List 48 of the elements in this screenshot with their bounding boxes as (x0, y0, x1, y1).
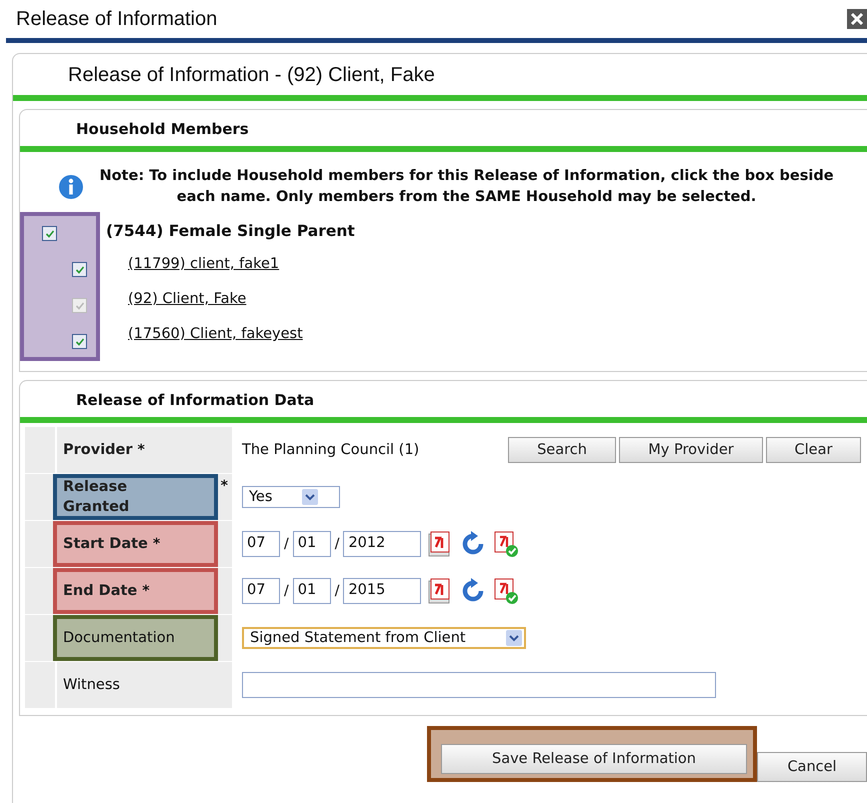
provider-name: The Planning Council (1) (242, 442, 420, 458)
provider-button[interactable]: My Provider (619, 437, 763, 463)
calendar-check-icon[interactable] (493, 530, 520, 558)
required-mark: * (220, 478, 228, 494)
field-label: Release Granted (63, 478, 130, 517)
page-heading: Release of Information - (92) Client, Fake (68, 64, 435, 86)
checkmark-icon (44, 228, 54, 238)
witness-field[interactable] (242, 672, 716, 698)
year-field[interactable]: 2015 (343, 578, 422, 604)
month-field[interactable]: 07 (242, 578, 280, 604)
section-heading: Household Members (76, 120, 249, 138)
member-link[interactable]: (17560) Client, fakeyest (128, 326, 303, 361)
date-separator: / (284, 583, 289, 599)
checkmark-icon (74, 336, 84, 346)
close-icon[interactable] (847, 9, 867, 29)
required-mark: * (142, 583, 150, 599)
section-heading: Release of Information Data (76, 391, 314, 409)
date-separator: / (334, 536, 340, 552)
checkbox[interactable] (72, 262, 87, 277)
field-label: Start Date (63, 535, 148, 554)
cancel-button[interactable]: Cancel (757, 752, 867, 782)
household-name: (7544) Female Single Parent (106, 222, 355, 242)
required-mark: * (138, 442, 145, 458)
dialog-title: Release of Information (16, 8, 218, 30)
calendar-check-icon[interactable] (493, 577, 520, 605)
info-icon (58, 174, 84, 200)
date-separator: / (334, 583, 340, 599)
dropdown[interactable]: Signed Statement from Client (242, 627, 526, 649)
dropdown[interactable]: Yes (242, 486, 340, 508)
member-link[interactable]: (11799) client, fake1 (128, 256, 280, 291)
required-mark: * (152, 536, 160, 552)
save-button[interactable]: Save Release of Information (441, 744, 747, 774)
checkbox[interactable] (72, 334, 87, 349)
provider-button[interactable]: Clear (766, 437, 861, 463)
year-field[interactable]: 2012 (343, 531, 422, 557)
checkmark-icon (74, 264, 84, 274)
date-separator: / (284, 536, 289, 552)
field-label: End Date (63, 582, 138, 601)
checkmark-icon (74, 300, 84, 310)
day-field[interactable]: 01 (292, 531, 331, 557)
note-text: Note: To include Household members for this Release of Information, click the box beside each name. Only members from the SAME Household may be selected. (98, 167, 835, 207)
provider-button[interactable]: Search (508, 437, 616, 463)
field-label: Documentation (63, 629, 175, 648)
month-field[interactable]: 07 (242, 531, 280, 557)
day-field[interactable]: 01 (292, 578, 331, 604)
field-label: Witness (63, 676, 120, 695)
checkbox[interactable] (42, 226, 57, 241)
field-label: Provider (63, 441, 133, 460)
